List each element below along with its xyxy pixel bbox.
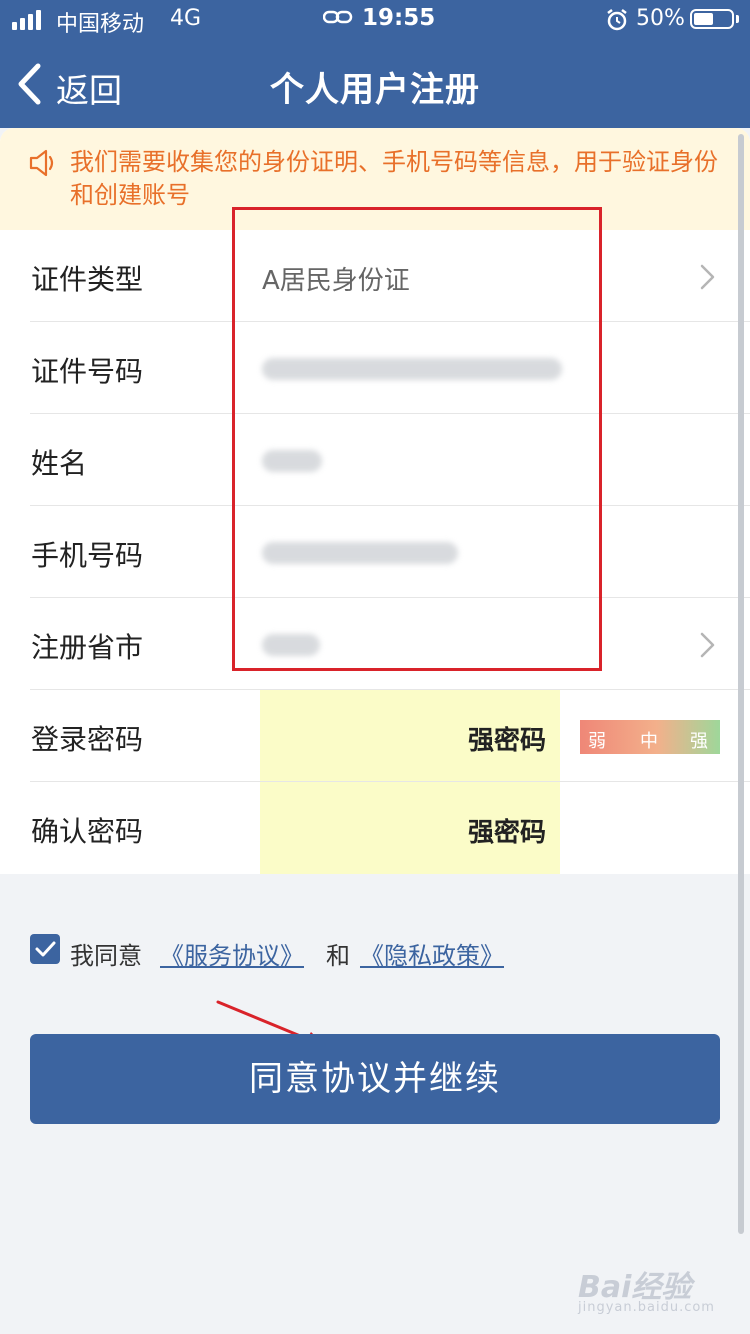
notice-text: 我们需要收集您的身份证明、手机号码等信息，用于验证身份和创建账号 [70,148,718,209]
network-type: 4G [170,6,202,31]
battery-icon [690,9,734,29]
clock: 19:55 [362,5,436,31]
watermark-url: jingyan.baidu.com [578,1300,715,1315]
confirm-password-input[interactable]: 强密码 [260,782,560,874]
baidu-watermark: Bai经验 jingyan.baidu.com [578,1262,714,1315]
login-password-input[interactable]: 强密码 [260,690,560,782]
id-type-label: 证件类型 [31,263,144,296]
chevron-right-icon [700,264,715,290]
alarm-icon [607,9,627,31]
id-number-label: 证件号码 [31,355,144,388]
province-city-label: 注册省市 [31,631,144,664]
login-password-value: 强密码 [467,726,546,756]
privacy-policy-link[interactable]: 《隐私政策》 [360,936,504,971]
strength-strong: 强 [690,731,708,752]
battery-tip [736,15,739,23]
carrier-name: 中国移动 [56,12,145,37]
password-strength-meter: 弱 中 强 [580,720,720,754]
row-confirm-password[interactable]: 确认密码 强密码 [0,782,750,874]
annotation-highlight-box [232,207,602,671]
name-label: 姓名 [31,447,88,480]
login-password-label: 登录密码 [31,723,144,756]
strength-weak: 弱 [588,731,606,752]
scrollbar[interactable] [738,134,744,1234]
link-icon [323,10,353,24]
row-login-password[interactable]: 登录密码 强密码 弱 中 强 [0,690,750,782]
confirm-password-label: 确认密码 [31,815,144,848]
strength-medium: 中 [640,731,658,752]
confirm-password-value: 强密码 [467,818,546,848]
speaker-icon [29,149,54,177]
status-bar: 中国移动 4G 19:55 50% [0,0,750,40]
service-agreement-link[interactable]: 《服务协议》 [160,936,304,971]
battery-percent: 50% [636,6,685,31]
and-text: 和 [326,942,350,970]
agree-text: 我同意 [70,942,142,970]
phone-label: 手机号码 [31,539,144,572]
chevron-right-icon [700,632,715,658]
app-header: 中国移动 4G 19:55 50% 返回 个人用户注册 [0,0,750,128]
agree-and-continue-button[interactable]: 同意协议并继续 [30,1034,720,1124]
page-title: 个人用户注册 [270,70,480,110]
agree-checkbox[interactable] [30,934,60,964]
checkmark-icon [35,941,56,957]
